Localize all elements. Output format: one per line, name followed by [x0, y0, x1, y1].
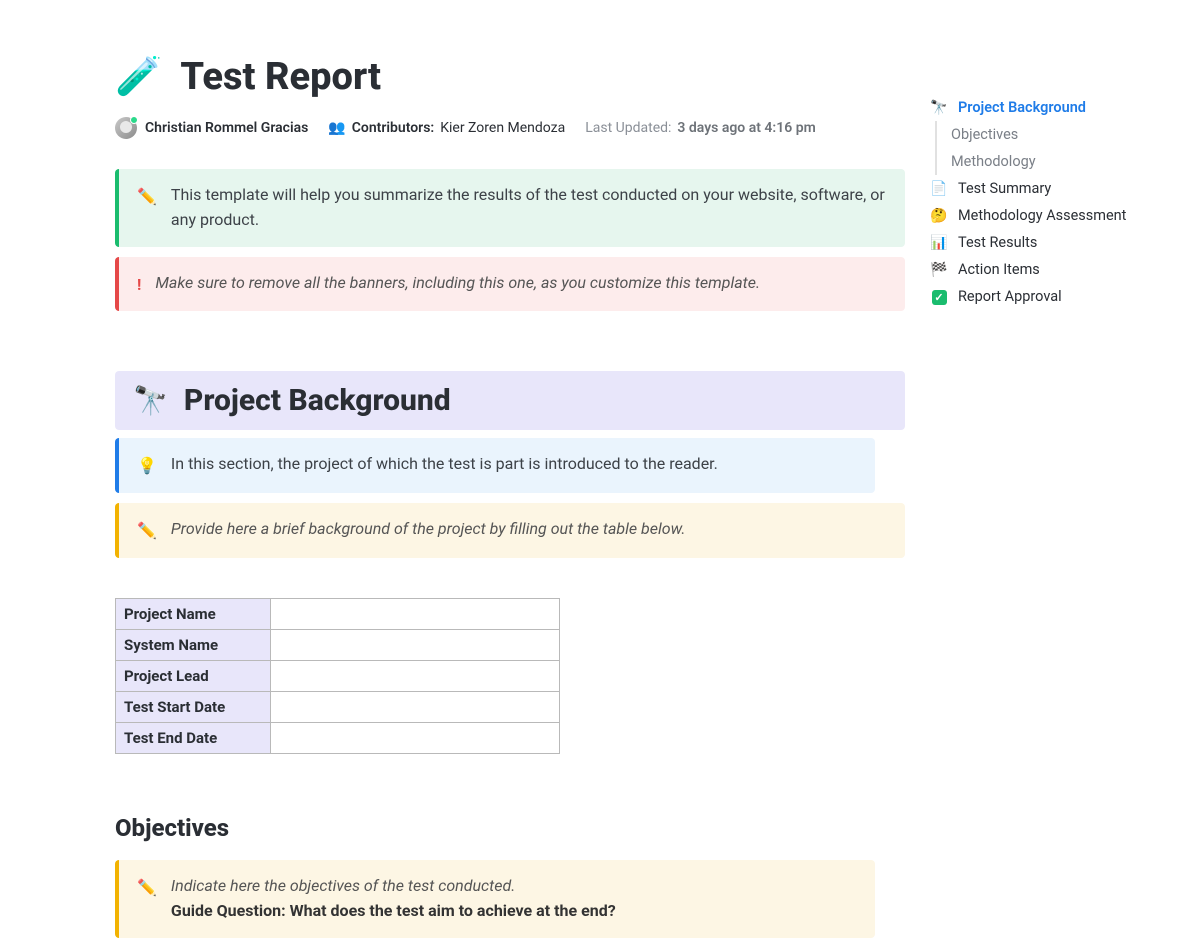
- exclamation-icon: !: [137, 273, 141, 298]
- outline-panel: 🔭 Project Background Objectives Methodology…: [930, 94, 1160, 310]
- warning-banner-red[interactable]: ! Make sure to remove all the banners, i…: [115, 257, 905, 312]
- outline-item-icon: 📄: [930, 181, 948, 197]
- page-title: Test Report: [180, 55, 381, 99]
- table-row-value[interactable]: [271, 660, 560, 691]
- hint-banner-yellow-objectives[interactable]: ✏️ Indicate here the objectives of the t…: [115, 860, 875, 938]
- objectives-guide-question: Guide Question: What does the test aim t…: [171, 901, 616, 920]
- table-row-label: Project Lead: [116, 660, 271, 691]
- info-banner-blue-text: In this section, the project of which th…: [171, 452, 718, 477]
- page-title-row: 🧪 Test Report: [115, 55, 905, 99]
- check-icon: ✓: [930, 289, 948, 305]
- outline-item[interactable]: ✓ Report Approval: [930, 283, 1160, 310]
- outline-item[interactable]: 📄 Test Summary: [930, 175, 1160, 202]
- table-row[interactable]: Project Name: [116, 598, 560, 629]
- pencil-icon: ✏️: [137, 876, 157, 901]
- outline-subitem-label: Methodology: [951, 153, 1036, 170]
- project-background-table[interactable]: Project NameSystem NameProject LeadTest …: [115, 598, 560, 754]
- outline-item-icon: 🏁: [930, 262, 948, 278]
- info-banner-blue[interactable]: 💡 In this section, the project of which …: [115, 438, 875, 493]
- info-banner-green[interactable]: ✏️ This template will help you summarize…: [115, 169, 905, 247]
- section-header-project-background: 🔭 Project Background: [115, 371, 905, 430]
- table-row[interactable]: Project Lead: [116, 660, 560, 691]
- bulb-icon: 💡: [137, 454, 157, 479]
- outline-item[interactable]: 🏁 Action Items: [930, 256, 1160, 283]
- table-row-value[interactable]: [271, 629, 560, 660]
- table-row-label: Test Start Date: [116, 691, 271, 722]
- last-updated-label: Last Updated:: [585, 120, 671, 136]
- outline-item-label: Test Summary: [958, 180, 1051, 197]
- outline-item-label: Project Background: [958, 99, 1086, 116]
- subheading-objectives: Objectives: [115, 814, 905, 842]
- info-banner-green-text: This template will help you summarize th…: [171, 183, 885, 233]
- table-row-value[interactable]: [271, 598, 560, 629]
- outline-item[interactable]: 🔭 Project Background: [930, 94, 1160, 121]
- table-row-value[interactable]: [271, 722, 560, 753]
- outline-subgroup: Objectives Methodology: [935, 121, 1160, 175]
- last-updated-value: 3 days ago at 4:16 pm: [677, 120, 815, 136]
- outline-item-icon: 📊: [930, 235, 948, 251]
- hint-banner-yellow-bg[interactable]: ✏️ Provide here a brief background of th…: [115, 503, 905, 558]
- author-avatar[interactable]: [115, 117, 137, 139]
- table-row-label: System Name: [116, 629, 271, 660]
- warning-banner-red-text: Make sure to remove all the banners, inc…: [155, 271, 760, 296]
- outline-item-label: Test Results: [958, 234, 1037, 251]
- meta-row: Christian Rommel Gracias 👥 Contributors:…: [115, 117, 905, 139]
- outline-subitem[interactable]: Methodology: [951, 148, 1160, 175]
- table-row[interactable]: Test Start Date: [116, 691, 560, 722]
- outline-subitem-label: Objectives: [951, 126, 1018, 143]
- table-row[interactable]: Test End Date: [116, 722, 560, 753]
- contributors-icon: 👥: [328, 120, 345, 136]
- pencil-icon: ✏️: [137, 185, 157, 210]
- hint-banner-yellow-bg-text: Provide here a brief background of the p…: [171, 517, 686, 542]
- author-name[interactable]: Christian Rommel Gracias: [145, 120, 308, 136]
- table-row-label: Project Name: [116, 598, 271, 629]
- telescope-icon: 🔭: [133, 384, 168, 417]
- section-title-project-background: Project Background: [184, 383, 451, 418]
- contributors-label: Contributors:: [352, 120, 434, 136]
- table-row-label: Test End Date: [116, 722, 271, 753]
- hint-banner-yellow-objectives-text: Indicate here the objectives of the test…: [171, 874, 616, 924]
- pencil-icon: ✏️: [137, 519, 157, 544]
- contributors-names[interactable]: Kier Zoren Mendoza: [440, 120, 565, 136]
- table-row-value[interactable]: [271, 691, 560, 722]
- table-row[interactable]: System Name: [116, 629, 560, 660]
- outline-item[interactable]: 🤔 Methodology Assessment: [930, 202, 1160, 229]
- outline-item[interactable]: 📊 Test Results: [930, 229, 1160, 256]
- outline-item-icon: 🤔: [930, 208, 948, 224]
- outline-item-icon: 🔭: [930, 100, 948, 116]
- outline-item-label: Report Approval: [958, 288, 1062, 305]
- objectives-hint-line1: Indicate here the objectives of the test…: [171, 876, 515, 895]
- test-tube-icon: 🧪: [115, 55, 162, 99]
- outline-item-label: Methodology Assessment: [958, 207, 1126, 224]
- outline-item-label: Action Items: [958, 261, 1040, 278]
- outline-subitem[interactable]: Objectives: [951, 121, 1160, 148]
